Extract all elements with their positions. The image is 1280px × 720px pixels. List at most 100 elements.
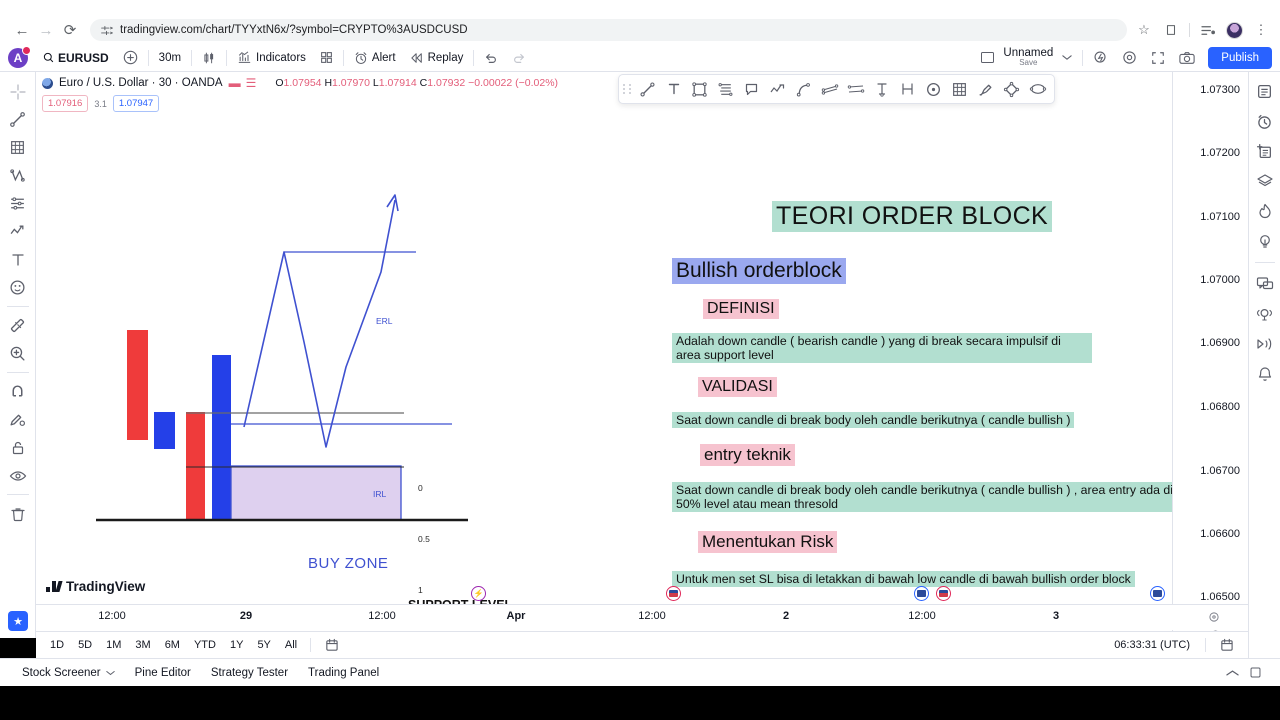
- templates-button[interactable]: [313, 46, 340, 70]
- measure-ruler-icon[interactable]: [4, 312, 32, 339]
- text-tool-icon[interactable]: [661, 77, 686, 101]
- prediction-icon[interactable]: [4, 190, 32, 217]
- reload-icon[interactable]: ⟳: [58, 18, 82, 42]
- alert-button[interactable]: Alert: [347, 46, 403, 70]
- broadcast-icon[interactable]: [1252, 301, 1278, 327]
- indicators-button[interactable]: Indicators: [230, 46, 313, 70]
- remove-drawings-icon[interactable]: [4, 500, 32, 527]
- browser-profile-avatar[interactable]: [1226, 21, 1243, 39]
- event-marker-us-2[interactable]: [936, 586, 951, 601]
- utc-clock[interactable]: 06:33:31 (UTC): [1114, 639, 1198, 651]
- split-screen-icon[interactable]: [1199, 21, 1217, 39]
- maximize-panel-icon[interactable]: [1249, 666, 1262, 679]
- address-bar[interactable]: tradingview.com/chart/TYYxtN6x/?symbol=C…: [90, 19, 1127, 41]
- ellipse-icon[interactable]: [1025, 77, 1050, 101]
- event-marker-eu[interactable]: [914, 586, 929, 601]
- cross-cursor-icon[interactable]: [4, 78, 32, 105]
- replay-button[interactable]: Replay: [403, 46, 471, 70]
- fib-retracement-icon[interactable]: [4, 134, 32, 161]
- undo-icon[interactable]: [477, 46, 505, 70]
- data-window-icon[interactable]: [1252, 138, 1278, 164]
- ideas-icon[interactable]: [1252, 228, 1278, 254]
- trend-line-icon[interactable]: [4, 106, 32, 133]
- time-scale[interactable]: 12:00 29 12:00 Apr 12:00 2 12:00 3: [36, 604, 1248, 630]
- chevron-down-icon[interactable]: [105, 670, 115, 676]
- timeframe-3m[interactable]: 3M: [129, 636, 156, 654]
- forward-arrow-icon[interactable]: →: [34, 18, 58, 42]
- tab-stock-screener[interactable]: Stock Screener: [12, 663, 125, 683]
- timezone-icon[interactable]: [1213, 635, 1240, 655]
- settings-icon[interactable]: [1115, 46, 1144, 70]
- time-scale-settings-icon[interactable]: [1208, 611, 1220, 623]
- circle-icon[interactable]: [921, 77, 946, 101]
- timeframe-ytd[interactable]: YTD: [188, 636, 222, 654]
- date-range-icon[interactable]: [318, 635, 345, 655]
- camera-icon[interactable]: [1172, 46, 1202, 70]
- drawing-mode-icon[interactable]: [4, 406, 32, 433]
- table-icon[interactable]: [947, 77, 972, 101]
- chat-icon[interactable]: [1252, 271, 1278, 297]
- timeframe-all[interactable]: All: [279, 636, 303, 654]
- trend-line-icon[interactable]: [635, 77, 660, 101]
- timeframe-5d[interactable]: 5D: [72, 636, 98, 654]
- callout-icon[interactable]: [739, 77, 764, 101]
- redo-icon[interactable]: [505, 46, 533, 70]
- curve-icon[interactable]: [791, 77, 816, 101]
- timeframe-1d[interactable]: 1D: [44, 636, 70, 654]
- notifications-icon[interactable]: [1252, 361, 1278, 387]
- event-marker-us[interactable]: [666, 586, 681, 601]
- stream-icon[interactable]: [1252, 331, 1278, 357]
- save-layout-button[interactable]: Unnamed Save: [1001, 47, 1055, 67]
- tradingview-logo[interactable]: A: [8, 45, 31, 68]
- news-icon[interactable]: [1252, 198, 1278, 224]
- chart-canvas[interactable]: Euro / U.S. Dollar · 30 · OANDA ▬ ☰ O1.0…: [36, 72, 1248, 638]
- price-range-icon[interactable]: [869, 77, 894, 101]
- tab-pine-editor[interactable]: Pine Editor: [125, 663, 201, 683]
- hotlists-icon[interactable]: [1252, 168, 1278, 194]
- fib-retracement-icon[interactable]: [713, 77, 738, 101]
- chart-type-button[interactable]: [195, 46, 223, 70]
- lock-drawings-icon[interactable]: [4, 434, 32, 461]
- brush-icon[interactable]: [973, 77, 998, 101]
- watchlist-icon[interactable]: [1252, 78, 1278, 104]
- browser-menu-icon[interactable]: ⋮: [1252, 21, 1270, 39]
- favorites-toggle-icon[interactable]: ★: [8, 611, 28, 631]
- fullscreen-icon[interactable]: [1144, 46, 1172, 70]
- alerts-icon[interactable]: [1252, 108, 1278, 134]
- timeframe-5y[interactable]: 5Y: [251, 636, 276, 654]
- timeframe-1y[interactable]: 1Y: [224, 636, 249, 654]
- event-marker-economic[interactable]: ⚡: [471, 586, 486, 601]
- grip-handle-icon[interactable]: [623, 80, 632, 98]
- layout-button[interactable]: [974, 46, 1001, 70]
- disjoint-channel-icon[interactable]: [843, 77, 868, 101]
- chevron-down-icon[interactable]: [1055, 46, 1079, 70]
- quick-search-icon[interactable]: [1086, 46, 1115, 70]
- chevron-up-icon[interactable]: [1226, 669, 1239, 677]
- forecast-icon[interactable]: [4, 218, 32, 245]
- timeframe-6m[interactable]: 6M: [159, 636, 186, 654]
- text-icon[interactable]: [4, 246, 32, 273]
- parallel-channel-icon[interactable]: [817, 77, 842, 101]
- rectangle-icon[interactable]: [687, 77, 712, 101]
- zigzag-icon[interactable]: [765, 77, 790, 101]
- pattern-icon[interactable]: [4, 162, 32, 189]
- symbol-search[interactable]: EURUSD: [36, 46, 116, 70]
- timeframe-1m[interactable]: 1M: [100, 636, 127, 654]
- bars-pattern-icon[interactable]: [895, 77, 920, 101]
- interval-selector[interactable]: 30m: [152, 46, 188, 70]
- magnet-icon[interactable]: [4, 378, 32, 405]
- back-arrow-icon[interactable]: ←: [10, 18, 34, 42]
- publish-button[interactable]: Publish: [1208, 46, 1272, 69]
- extensions-icon[interactable]: [1162, 21, 1180, 39]
- tab-strategy-tester[interactable]: Strategy Tester: [201, 663, 298, 683]
- event-marker-eu-2[interactable]: [1150, 586, 1165, 601]
- price-scale[interactable]: 1.07300 1.07200 1.07100 1.07000 1.06900 …: [1172, 72, 1248, 638]
- polyline-icon[interactable]: [999, 77, 1024, 101]
- add-symbol-button[interactable]: [116, 46, 145, 70]
- zoom-in-icon[interactable]: [4, 340, 32, 367]
- emoji-icon[interactable]: [4, 274, 32, 301]
- tab-trading-panel[interactable]: Trading Panel: [298, 663, 389, 683]
- site-settings-icon[interactable]: [100, 24, 113, 37]
- bookmark-star-icon[interactable]: ☆: [1135, 21, 1153, 39]
- hide-drawings-icon[interactable]: [4, 462, 32, 489]
